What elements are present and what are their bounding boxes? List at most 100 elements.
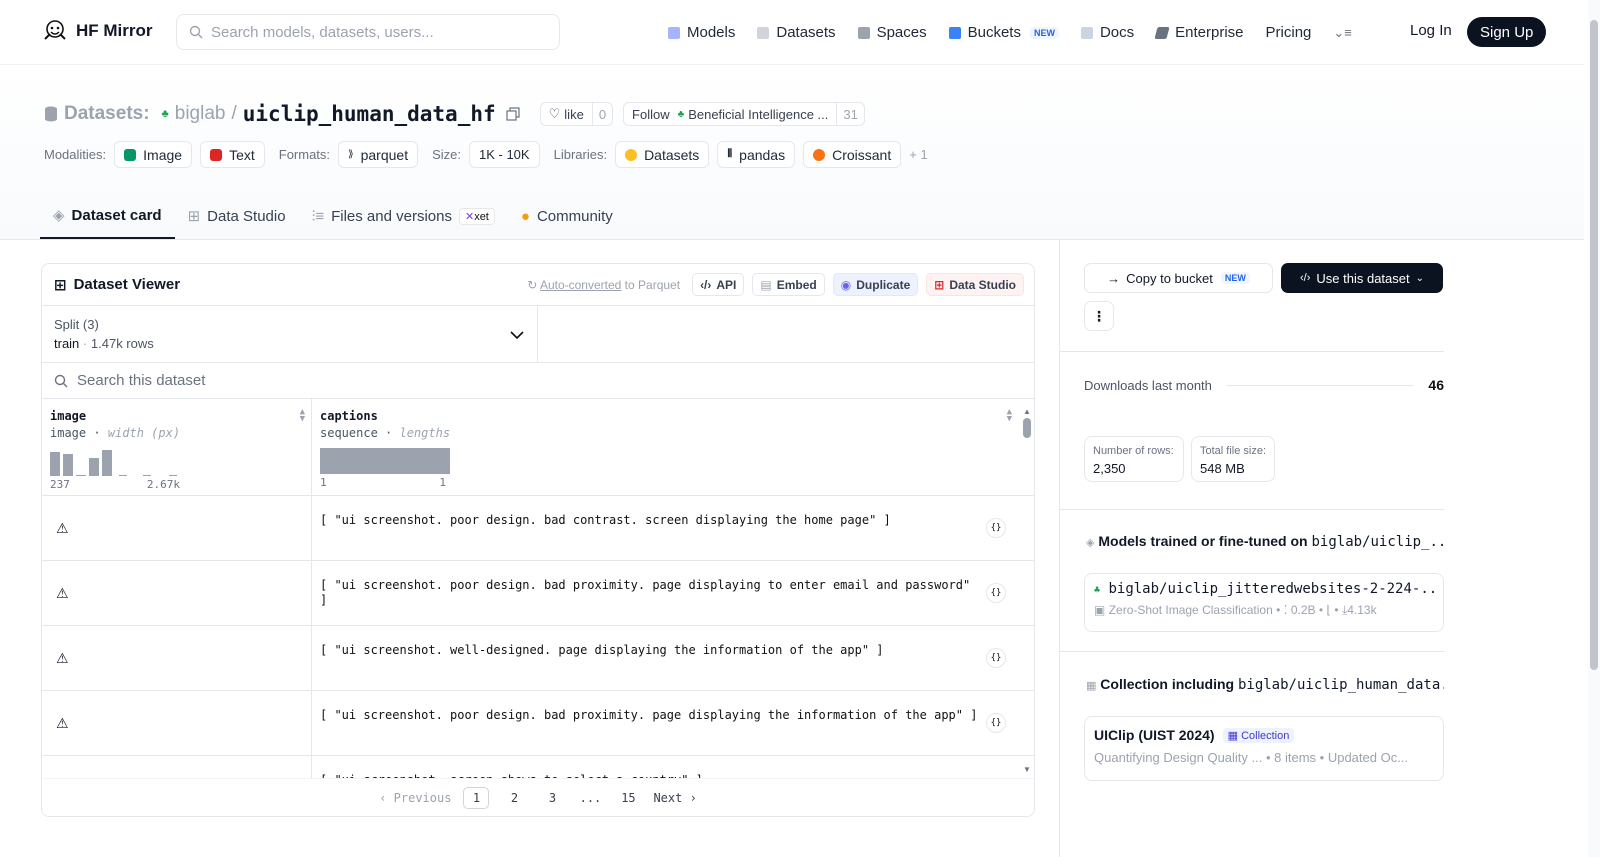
logo-text: HF Mirror [76,21,153,40]
split-label: Split (3) [54,317,99,332]
sort-icon[interactable]: ▲ ▼ [300,408,305,424]
previous-page[interactable]: ‹ Previous [379,791,451,805]
table-row[interactable]: ⚠ [ "ui screenshot. poor design. bad prox… [42,561,1034,626]
next-page[interactable]: Next › [653,791,696,805]
page-ellipsis: ... [579,790,602,805]
histogram-bar [169,475,177,476]
collection-card[interactable]: UIClip (UIST 2024) ▦ Collection Quantify… [1084,716,1444,781]
xet-label: xet [474,210,489,223]
table-row[interactable]: ⚠ [ "ui screenshot. well-designed. page d… [42,626,1034,691]
page-3[interactable]: 3 [539,787,565,809]
scroll-down-arrow[interactable]: ▼ [1022,765,1032,774]
page-scrollbar[interactable] [1588,0,1600,857]
org-avatar-icon: ♣ [161,108,169,120]
page-15[interactable]: 15 [615,787,641,809]
api-button[interactable]: ‹/› API [692,273,745,296]
org-icon: ♣ [677,108,685,120]
rows-value: 2,350 [1093,461,1126,476]
chevron-down-icon [510,331,524,340]
library-pandas[interactable]: ⦀ pandas [717,141,796,168]
modality-text[interactable]: Text [200,141,265,168]
nav-pricing-label: Pricing [1265,24,1312,41]
table-body: ⚠ [ "ui screenshot. poor design. bad cont… [42,496,1034,816]
global-search-input[interactable]: Search models, datasets, users... [176,14,560,50]
previous-label: Previous [393,790,452,805]
json-view-icon[interactable]: {} [986,648,1006,668]
models-heading-repo[interactable]: biglab/uiclip_... [1311,534,1444,550]
libraries-label: Libraries: [553,147,608,162]
nav-spaces-label: Spaces [876,24,927,41]
dataset-search-input[interactable]: Search this dataset [42,363,1034,399]
logo[interactable]: HF Mirror [42,19,153,43]
auto-converted-link[interactable]: Auto-converted [540,278,621,292]
table-row[interactable]: ⚠ [ "ui screenshot. poor design. bad cont… [42,496,1034,561]
nav-datasets[interactable]: Datasets [757,24,836,41]
size-tag[interactable]: 1K - 10K [469,141,540,168]
json-view-icon[interactable]: {} [986,713,1006,733]
collection-meta: Quantifying Design Quality ... • 8 items… [1094,750,1409,765]
collection-heading-repo[interactable]: biglab/uiclip_human_data... [1238,677,1444,693]
nav-models[interactable]: Models [668,24,735,41]
org-avatar-icon: ♣ [1094,585,1101,596]
tab-community[interactable]: ● Community [508,193,626,239]
histogram-bar [76,475,86,476]
page-2[interactable]: 2 [501,787,527,809]
column-captions[interactable]: captions sequence · lengths 11 ▲ ▼ [312,399,1034,495]
nav-docs[interactable]: Docs [1080,24,1134,41]
copy-to-bucket-button[interactable]: → Copy to bucket NEW [1084,263,1273,293]
copy-icon[interactable] [506,107,520,121]
scroll-up-arrow[interactable]: ▲ [1022,407,1032,416]
login-link[interactable]: Log In [1410,22,1452,39]
nav-pricing[interactable]: Pricing [1266,24,1312,41]
modality-image[interactable]: Image [114,141,193,168]
json-view-icon[interactable]: {} [986,518,1006,538]
repo-name[interactable]: uiclip_human_data_hf [243,102,496,126]
format-parquet[interactable]: ⟫ parquet [338,141,419,168]
tab-files[interactable]: ⫶≡ Files and versions ✕xet [299,193,508,239]
sort-icon[interactable]: ▲ ▼ [1007,408,1012,424]
owner-link[interactable]: biglab [175,103,226,125]
caption-cell: [ "ui screenshot. poor design. bad proxi… [320,578,971,607]
table-row[interactable]: ⚠ [ "ui screenshot. poor design. bad prox… [42,691,1034,756]
collection-heading-text: Collection including [1100,676,1235,692]
more-menu-icon[interactable]: ⌄≡ [1333,25,1351,41]
divider [1060,351,1444,352]
warning-icon: ⚠ [56,649,69,666]
data-studio-button[interactable]: ⊞ Data Studio [926,273,1024,296]
signup-button[interactable]: Sign Up [1467,17,1547,47]
nav-enterprise[interactable]: Enterprise [1154,24,1244,41]
warning-icon: ⚠ [56,714,69,731]
model-meta: ▣ Zero-Shot Image Classification • ⁚ 0.2… [1094,603,1377,617]
like-button[interactable]: ♡ like 0 [539,102,614,126]
downloads-label: Downloads last month [1084,377,1212,393]
library-pandas-label: pandas [739,146,786,163]
tab-data-studio[interactable]: ⊞ Data Studio [175,193,299,239]
model-card[interactable]: ♣ biglab/uiclip_jitteredwebsites-2-224-.… [1084,573,1444,632]
nav-buckets[interactable]: Buckets NEW [948,24,1059,41]
use-dataset-button[interactable]: ‹/› Use this dataset ⌄ [1281,263,1443,293]
library-datasets[interactable]: Datasets [615,141,710,168]
more-libraries[interactable]: + 1 [909,147,927,162]
column-image[interactable]: image image · width (px) 237 2.67k ▲ ▼ [42,399,312,495]
datasets-icon [757,26,770,39]
nav-spaces[interactable]: Spaces [857,24,927,41]
duplicate-button[interactable]: ◉ Duplicate [832,273,919,296]
tabs-divider [0,239,1584,240]
split-selector[interactable]: Split (3) train · 1.47k rows [42,306,538,362]
divider [1060,509,1444,510]
more-options-icon[interactable]: ⋮ [1084,301,1114,331]
page-title: Datasets: ♣ biglab / uiclip_human_data_h… [44,102,865,126]
json-view-icon[interactable]: {} [986,583,1006,603]
page-1[interactable]: 1 [463,786,490,809]
library-croissant[interactable]: Croissant [803,141,902,168]
page-scroll-thumb[interactable] [1590,20,1598,670]
collection-updated: Updated Oc... [1327,750,1409,765]
table-scrollbar[interactable]: ▲ ▼ [1022,407,1032,777]
downloads-stat: Downloads last month 46 [1084,377,1444,393]
tab-dataset-card[interactable]: ◈ Dataset card [40,193,175,239]
embed-button[interactable]: ▤ Embed [752,273,825,296]
follow-button[interactable]: Follow ♣ Beneficial Intelligence ... 31 [623,102,865,126]
scroll-thumb[interactable] [1023,418,1031,438]
image-icon [124,148,137,161]
auto-converted-note: ↻ Auto-converted to Parquet [527,278,680,292]
